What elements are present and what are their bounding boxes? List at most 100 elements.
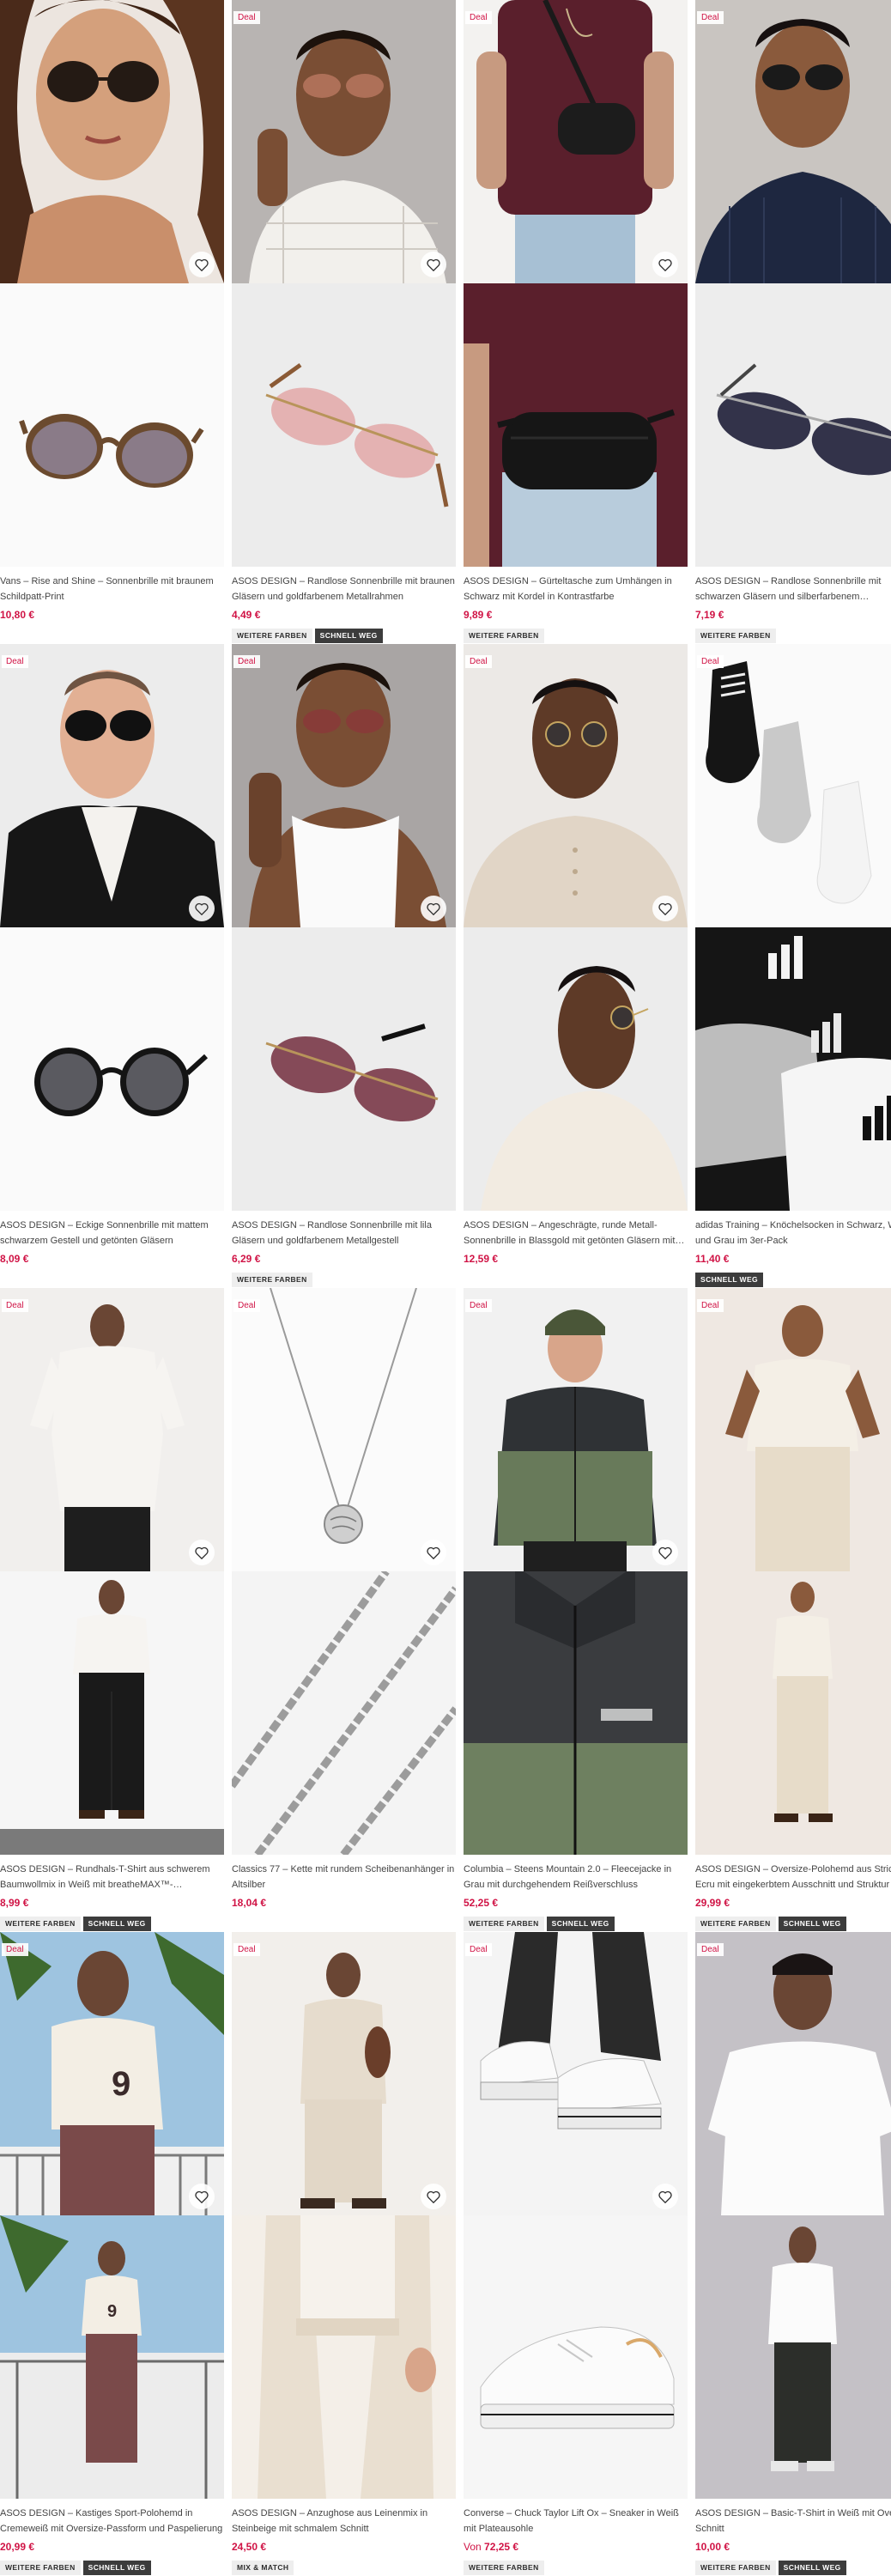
product-image[interactable]: Deal xyxy=(464,644,688,1211)
product-card[interactable]: Deal xyxy=(464,1932,688,2576)
product-image[interactable]: Deal xyxy=(464,0,688,567)
product-card[interactable]: Deal xyxy=(695,1932,891,2576)
product-card[interactable]: Deal xyxy=(232,1932,456,2576)
price-value: 72,25 € xyxy=(484,2541,519,2553)
deal-badge: Deal xyxy=(465,1299,492,1312)
heart-icon xyxy=(658,2190,672,2203)
product-image[interactable]: Deal xyxy=(0,644,224,1211)
save-heart-button[interactable] xyxy=(189,2184,215,2209)
deal-badge: Deal xyxy=(697,1299,724,1312)
save-heart-button[interactable] xyxy=(189,1540,215,1565)
product-image[interactable]: Deal xyxy=(232,1932,456,2499)
more-colors-badge[interactable]: WEITERE FARBEN xyxy=(0,2561,81,2575)
save-heart-button[interactable] xyxy=(421,252,446,277)
product-title[interactable]: Vans – Rise and Shine – Sonnenbrille mit… xyxy=(0,574,224,605)
product-card[interactable]: Deal xyxy=(464,1288,688,1932)
save-heart-button[interactable] xyxy=(652,1540,678,1565)
product-title[interactable]: ASOS DESIGN – Rundhals-T-Shirt aus schwe… xyxy=(0,1862,224,1893)
more-colors-badge[interactable]: WEITERE FARBEN xyxy=(464,1917,544,1931)
more-colors-badge[interactable]: WEITERE FARBEN xyxy=(695,629,776,643)
product-photo xyxy=(695,1571,891,1855)
product-card[interactable]: Deal xyxy=(232,0,456,644)
product-title[interactable]: Classics 77 – Kette mit rundem Scheibena… xyxy=(232,1862,456,1893)
save-heart-button[interactable] xyxy=(421,1540,446,1565)
product-image[interactable]: Deal xyxy=(0,1288,224,1855)
product-price: 8,99 € xyxy=(0,1897,29,1909)
more-colors-badge[interactable]: WEITERE FARBEN xyxy=(0,1917,81,1931)
product-card[interactable]: Deal xyxy=(0,644,224,1288)
product-price: 20,99 € xyxy=(0,2541,35,2553)
product-card[interactable]: Deal xyxy=(232,644,456,1288)
product-image[interactable]: Deal xyxy=(695,1932,891,2499)
product-price: 7,19 € xyxy=(695,609,724,621)
more-colors-badge[interactable]: WEITERE FARBEN xyxy=(232,629,312,643)
product-image[interactable]: Deal xyxy=(232,0,456,567)
product-image[interactable]: Deal xyxy=(695,644,891,1211)
selling-fast-badge: SCHNELL WEG xyxy=(314,629,383,643)
product-title[interactable]: adidas Training – Knöchelsocken in Schwa… xyxy=(695,1218,891,1249)
product-photo xyxy=(232,2215,456,2499)
save-heart-button[interactable] xyxy=(189,252,215,277)
save-heart-button[interactable] xyxy=(189,896,215,921)
product-info: Columbia – Steens Mountain 2.0 – Fleecej… xyxy=(464,1862,688,1931)
selling-fast-badge: SCHNELL WEG xyxy=(778,1917,846,1931)
product-title[interactable]: ASOS DESIGN – Basic-T-Shirt in Weiß mit … xyxy=(695,2506,891,2537)
product-price: 9,89 € xyxy=(464,609,493,621)
product-title[interactable]: Converse – Chuck Taylor Lift Ox – Sneake… xyxy=(464,2506,688,2537)
badge-row: WEITERE FARBEN SCHNELL WEG xyxy=(0,2561,224,2575)
deal-badge: Deal xyxy=(233,11,260,24)
more-colors-badge[interactable]: WEITERE FARBEN xyxy=(695,2561,776,2575)
product-image[interactable]: Deal xyxy=(232,644,456,1211)
product-card[interactable]: Deal xyxy=(464,0,688,644)
more-colors-badge[interactable]: WEITERE FARBEN xyxy=(464,629,544,643)
product-title[interactable]: Columbia – Steens Mountain 2.0 – Fleecej… xyxy=(464,1862,688,1893)
product-image[interactable]: Deal xyxy=(464,1288,688,1855)
product-title[interactable]: ASOS DESIGN – Kastiges Sport-Polohemd in… xyxy=(0,2506,224,2537)
product-image[interactable]: Deal xyxy=(695,0,891,567)
product-title[interactable]: ASOS DESIGN – Randlose Sonnenbrille mit … xyxy=(232,574,456,605)
product-card[interactable]: Vans – Rise and Shine – Sonnenbrille mit… xyxy=(0,0,224,644)
product-image[interactable]: Deal xyxy=(464,1932,688,2499)
product-card[interactable]: Deal xyxy=(464,644,688,1288)
product-title[interactable]: ASOS DESIGN – Eckige Sonnenbrille mit ma… xyxy=(0,1218,224,1249)
product-title[interactable]: ASOS DESIGN – Randlose Sonnenbrille mit … xyxy=(232,1218,456,1249)
model-photo xyxy=(464,1932,688,2215)
product-image[interactable]: Deal xyxy=(695,1288,891,1855)
product-image[interactable] xyxy=(0,0,224,567)
mix-match-badge[interactable]: MIX & MATCH xyxy=(232,2561,294,2575)
svg-text:9: 9 xyxy=(112,2065,130,2103)
product-title[interactable]: ASOS DESIGN – Oversize-Polohemd aus Stri… xyxy=(695,1862,891,1893)
product-title[interactable]: ASOS DESIGN – Randlose Sonnenbrille mit … xyxy=(695,574,891,605)
model-photo: 9 xyxy=(0,1932,224,2215)
deal-badge: Deal xyxy=(233,1299,260,1312)
heart-icon xyxy=(195,258,209,271)
product-card[interactable]: Deal xyxy=(695,0,891,644)
product-card[interactable]: Deal xyxy=(0,1288,224,1932)
product-info: ASOS DESIGN – Randlose Sonnenbrille mit … xyxy=(232,574,456,643)
save-heart-button[interactable] xyxy=(652,896,678,921)
save-heart-button[interactable] xyxy=(652,252,678,277)
product-card[interactable]: Deal xyxy=(232,1288,456,1932)
product-card[interactable]: Deal xyxy=(695,644,891,1288)
product-card[interactable]: Deal 9 9 ASOS DESIGN – Kastiges Sport-Po… xyxy=(0,1932,224,2576)
product-image[interactable]: Deal xyxy=(232,1288,456,1855)
product-title[interactable]: ASOS DESIGN – Angeschrägte, runde Metall… xyxy=(464,1218,688,1249)
product-card[interactable]: Deal xyxy=(695,1288,891,1932)
save-heart-button[interactable] xyxy=(421,2184,446,2209)
more-colors-badge[interactable]: WEITERE FARBEN xyxy=(232,1273,312,1287)
product-photo xyxy=(695,927,891,1211)
product-info: ASOS DESIGN – Eckige Sonnenbrille mit ma… xyxy=(0,1218,224,1287)
more-colors-badge[interactable]: WEITERE FARBEN xyxy=(695,1917,776,1931)
product-price: Von 72,25 € xyxy=(464,2541,688,2555)
save-heart-button[interactable] xyxy=(652,2184,678,2209)
deal-badge: Deal xyxy=(2,655,28,668)
product-title[interactable]: ASOS DESIGN – Anzughose aus Leinenmix in… xyxy=(232,2506,456,2537)
model-photo xyxy=(232,1288,456,1571)
product-info: ASOS DESIGN – Oversize-Polohemd aus Stri… xyxy=(695,1862,891,1931)
product-title[interactable]: ASOS DESIGN – Gürteltasche zum Umhängen … xyxy=(464,574,688,605)
save-heart-button[interactable] xyxy=(421,896,446,921)
product-info: Vans – Rise and Shine – Sonnenbrille mit… xyxy=(0,574,224,643)
product-image[interactable]: Deal 9 9 xyxy=(0,1932,224,2499)
product-photo xyxy=(0,1571,224,1855)
more-colors-badge[interactable]: WEITERE FARBEN xyxy=(464,2561,544,2575)
